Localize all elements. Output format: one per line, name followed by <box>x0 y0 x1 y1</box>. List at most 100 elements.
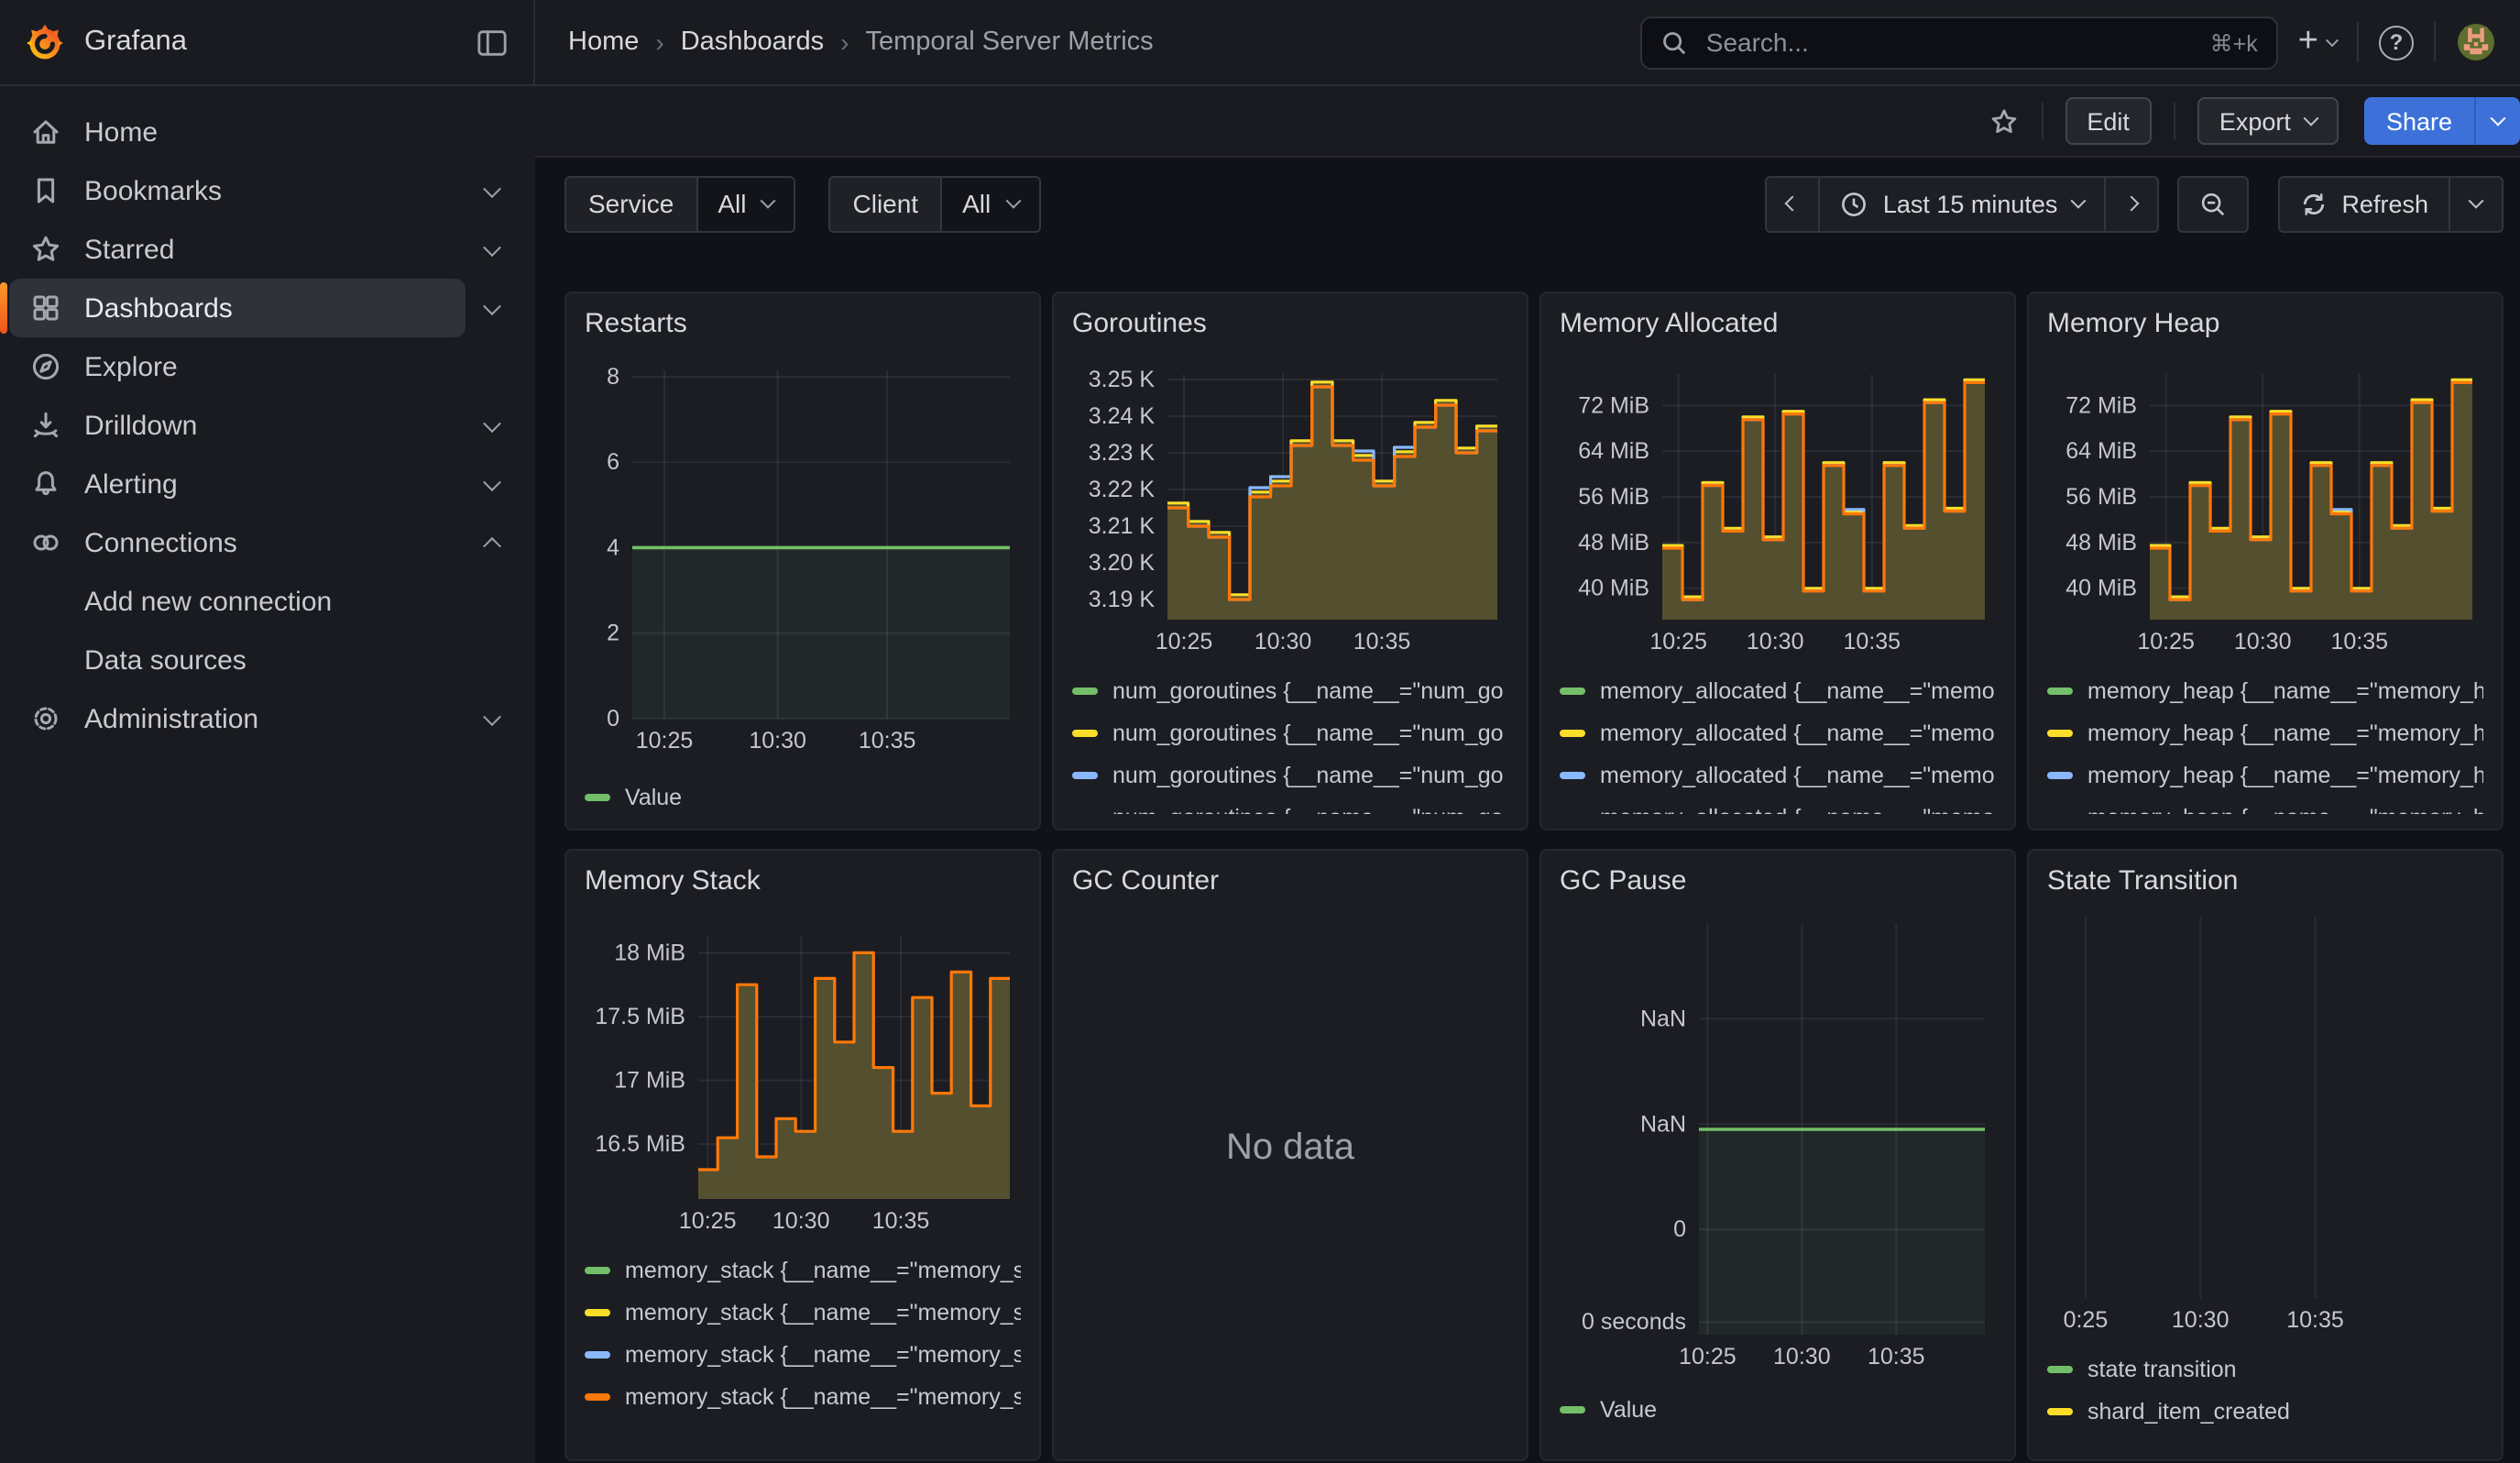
memory-heap-chart[interactable]: 72 MiB64 MiB56 MiB48 MiB40 MiB10:2510:30… <box>2047 363 2483 660</box>
client-filter-value[interactable]: All <box>940 177 1038 230</box>
legend-item[interactable]: memory_stack {__name__="memory_s <box>585 1380 1021 1414</box>
legend-marker <box>585 1267 610 1274</box>
svg-text:2: 2 <box>607 621 619 646</box>
share-dropdown-button[interactable] <box>2474 97 2520 145</box>
legend-item[interactable]: num_goroutines {__name__="num_go <box>1072 717 1508 750</box>
search-bar[interactable]: ⌘+k <box>1640 16 2278 69</box>
panel-title[interactable]: Memory Heap <box>2047 304 2483 345</box>
time-range-picker[interactable]: Last 15 minutes <box>1819 177 2104 230</box>
restarts-chart[interactable]: 8642010:2510:3010:35 <box>585 356 1021 763</box>
panel-title[interactable]: Goroutines <box>1072 304 1508 345</box>
svg-text:56 MiB: 56 MiB <box>2065 484 2137 510</box>
grafana-app: Grafana Home›Dashboards›Temporal Server … <box>0 0 2520 1463</box>
sidebar-item-bookmarks[interactable]: Bookmarks <box>0 161 535 220</box>
breadcrumb-item-home[interactable]: Home <box>568 28 639 57</box>
legend-item[interactable]: memory_allocated {__name__="memo <box>1560 801 1996 814</box>
legend-item[interactable]: state transition <box>2047 1353 2483 1386</box>
user-avatar[interactable] <box>2456 22 2496 62</box>
legend-item[interactable]: shard_item_created <box>2047 1395 2483 1428</box>
legend-item[interactable]: memory_heap {__name__="memory_h <box>2047 717 2483 750</box>
panel-title[interactable]: Memory Stack <box>585 862 1021 902</box>
divider <box>2434 22 2436 62</box>
home-icon <box>29 116 62 148</box>
breadcrumb-item-dashboards[interactable]: Dashboards <box>681 28 824 57</box>
sidebar-item-label: Dashboards <box>84 292 233 324</box>
chevron-up-icon[interactable] <box>483 536 501 555</box>
legend-label: memory_allocated {__name__="memo <box>1600 763 1995 788</box>
sidebar-item-add-new-connection[interactable]: Add new connection <box>0 572 535 631</box>
svg-text:10:30: 10:30 <box>2172 1307 2230 1333</box>
legend-item[interactable]: Value <box>1560 1393 1996 1426</box>
legend-item[interactable]: memory_heap {__name__="memory_h <box>2047 759 2483 792</box>
favorite-star-icon[interactable] <box>1988 105 2019 137</box>
sidebar-item-connections[interactable]: Connections <box>0 513 535 572</box>
export-button[interactable]: Export <box>2197 97 2339 145</box>
memory-allocated-chart[interactable]: 72 MiB64 MiB56 MiB48 MiB40 MiB10:2510:30… <box>1560 363 1996 660</box>
panel-title[interactable]: Memory Allocated <box>1560 304 1996 345</box>
panel-title[interactable]: GC Pause <box>1560 862 1996 902</box>
refresh-button[interactable]: Refresh <box>2279 177 2449 230</box>
share-button[interactable]: Share <box>2364 97 2474 145</box>
legend-item[interactable]: memory_stack {__name__="memory_s <box>585 1338 1021 1371</box>
service-value-text: All <box>718 189 746 218</box>
sidebar-toggle-icon[interactable] <box>477 27 508 58</box>
sidebar-item-dashboards[interactable]: Dashboards <box>0 279 535 337</box>
sidebar-item-explore[interactable]: Explore <box>0 337 535 396</box>
divider <box>2174 103 2175 139</box>
legend-item[interactable]: memory_heap {__name__="memory_h <box>2047 801 2483 814</box>
grafana-logo[interactable] <box>26 23 64 61</box>
legend-item[interactable]: memory_stack {__name__="memory_s <box>585 1296 1021 1329</box>
chevron-down-icon[interactable] <box>483 296 501 314</box>
memory-stack-chart[interactable]: 18 MiB17.5 MiB17 MiB16.5 MiB10:2510:3010… <box>585 924 1021 1239</box>
chevron-down-icon[interactable] <box>483 707 501 725</box>
panel-title[interactable]: State Transition <box>2047 862 2483 902</box>
legend-item[interactable]: memory_stack {__name__="memory_s <box>585 1254 1021 1287</box>
chevron-down-icon[interactable] <box>483 472 501 490</box>
legend-item[interactable]: memory_heap {__name__="memory_h <box>2047 675 2483 708</box>
sidebar-item-data-sources[interactable]: Data sources <box>0 631 535 689</box>
chevron-down-icon[interactable] <box>483 237 501 256</box>
client-filter[interactable]: Client All <box>829 175 1041 232</box>
gc-pause-chart[interactable]: NaNNaN00 seconds10:2510:3010:35 <box>1560 913 1996 1375</box>
chevron-down-icon[interactable] <box>483 179 501 197</box>
legend-item[interactable]: num_goroutines {__name__="num_go <box>1072 675 1508 708</box>
sidebar-item-starred[interactable]: Starred <box>0 220 535 279</box>
goroutines-chart[interactable]: 3.25 K3.24 K3.23 K3.22 K3.21 K3.20 K3.19… <box>1072 363 1508 660</box>
drilldown-icon <box>29 409 62 442</box>
legend-item[interactable]: num_goroutines {__name__="num_go <box>1072 801 1508 814</box>
chevron-down-icon <box>761 193 776 209</box>
legend-marker <box>1560 730 1585 737</box>
chevron-down-icon <box>2070 193 2086 209</box>
search-shortcut: ⌘+k <box>2210 28 2258 56</box>
legend-marker <box>1072 730 1098 737</box>
time-back-button[interactable] <box>1768 177 1819 230</box>
refresh-group: Refresh <box>2277 175 2504 232</box>
state-transition-chart[interactable]: 0:2510:3010:35 <box>2047 913 2483 1338</box>
zoom-out-button[interactable] <box>2176 175 2248 232</box>
sidebar-item-drilldown[interactable]: Drilldown <box>0 396 535 455</box>
panel-title[interactable]: GC Counter <box>1072 862 1508 902</box>
legend-item[interactable]: memory_allocated {__name__="memo <box>1560 759 1996 792</box>
search-input[interactable] <box>1703 26 2196 59</box>
legend-item[interactable]: num_goroutines {__name__="num_go <box>1072 759 1508 792</box>
add-new-button[interactable]: + <box>2298 27 2337 58</box>
legend-item[interactable]: memory_allocated {__name__="memo <box>1560 717 1996 750</box>
legend-item[interactable]: Value <box>585 781 1021 814</box>
sidebar-item-administration[interactable]: Administration <box>0 689 535 748</box>
help-icon[interactable]: ? <box>2379 25 2414 60</box>
sidebar-item-home[interactable]: Home <box>0 103 535 161</box>
service-filter[interactable]: Service All <box>564 175 796 232</box>
panel-goroutines: Goroutines 3.25 K3.24 K3.23 K3.22 K3.21 … <box>1052 292 1528 830</box>
refresh-interval-dropdown[interactable] <box>2449 177 2502 230</box>
legend-marker <box>585 1351 610 1358</box>
legend-item[interactable]: memory_allocated {__name__="memo <box>1560 675 1996 708</box>
divider <box>2357 22 2359 62</box>
panel-gc-counter: GC Counter No data <box>1052 849 1528 1461</box>
panel-title[interactable]: Restarts <box>585 304 1021 345</box>
sidebar-item-alerting[interactable]: Alerting <box>0 455 535 513</box>
service-filter-value[interactable]: All <box>696 177 794 230</box>
svg-text:10:30: 10:30 <box>2234 629 2292 654</box>
edit-button[interactable]: Edit <box>2065 97 2152 145</box>
time-forward-button[interactable] <box>2103 177 2156 230</box>
chevron-down-icon[interactable] <box>483 413 501 432</box>
